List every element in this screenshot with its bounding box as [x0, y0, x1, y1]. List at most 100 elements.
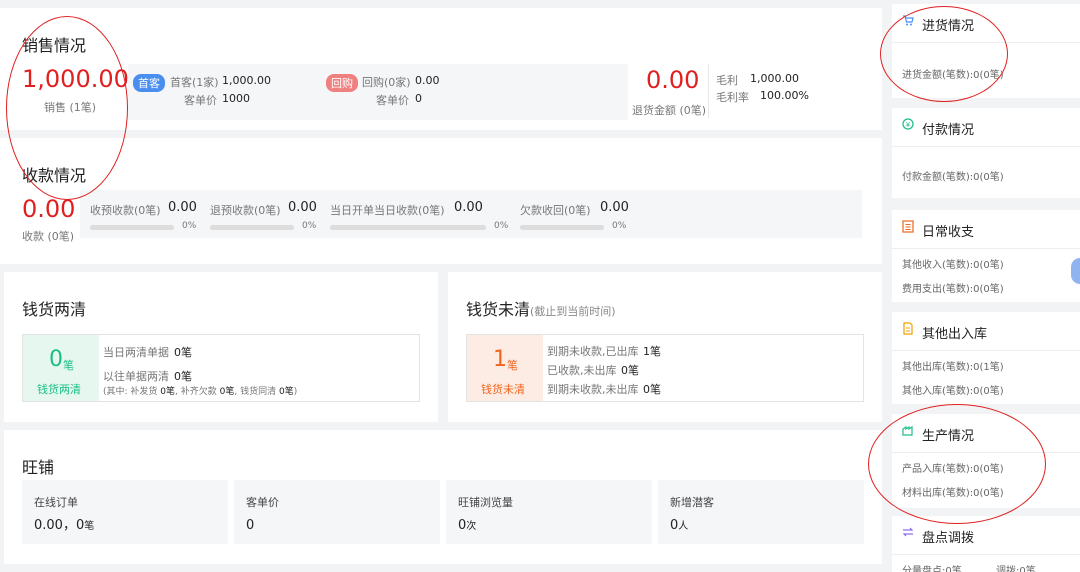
- sales-amount[interactable]: 1,000.00: [22, 65, 129, 93]
- clear-note-text: , 补齐欠款: [175, 387, 217, 397]
- repeat-customer-price-label: 客单价: [376, 94, 409, 107]
- money-icon: ¥: [902, 118, 914, 131]
- purchase-divider: [892, 42, 1080, 43]
- production-row: 材料出库(笔数):0(0笔): [902, 488, 1004, 499]
- inventory-title: 盘点调拨: [922, 531, 975, 546]
- collection-item-pct: 0%: [182, 221, 197, 231]
- collection-card: 收款情况 0.00 收款 (0笔) 收预收款(0笔) 0.00 0% 退预收款(…: [0, 138, 882, 264]
- shop-stat-value: 0次: [458, 514, 476, 533]
- shop-stat-label: 在线订单: [34, 496, 78, 509]
- gross-margin-value: 100.00%: [760, 89, 809, 102]
- payment-title: 付款情况: [922, 123, 975, 138]
- unclear-count-block[interactable]: 1 笔 钱货未清: [467, 335, 543, 401]
- other-stock-row: 其他入库(笔数):0(0笔): [902, 386, 1004, 397]
- shop-stat-value: 0人: [670, 514, 688, 533]
- clear-note-value: 0笔: [219, 387, 235, 397]
- scroll-handle[interactable]: [1071, 258, 1080, 284]
- return-divider: [708, 64, 709, 118]
- return-amount[interactable]: 0.00: [646, 66, 699, 94]
- unclear-line1-value[interactable]: 1笔: [643, 343, 661, 359]
- first-customer-tag: 首客: [133, 74, 165, 92]
- unclear-title: 钱货未清: [466, 300, 531, 319]
- daily-card[interactable]: 日常收支 其他收入(笔数):0(0笔) 费用支出(笔数):0(0笔): [892, 210, 1080, 302]
- collection-breakdown-panel: 收预收款(0笔) 0.00 0% 退预收款(0笔) 0.00 0% 当日开单当日…: [80, 190, 862, 238]
- collection-item-pct: 0%: [302, 221, 317, 231]
- other-stock-card[interactable]: 其他出入库 其他出库(笔数):0(1笔) 其他入库(笔数):0(0笔): [892, 312, 1080, 404]
- collection-item[interactable]: 欠款收回(0笔) 0.00 0%: [520, 190, 632, 238]
- clear-note-value: 0笔: [160, 387, 176, 397]
- collection-item[interactable]: 退预收款(0笔) 0.00 0%: [210, 190, 322, 238]
- document-icon: [902, 322, 914, 335]
- shop-stat-value: 0: [246, 514, 254, 533]
- clear-detail-box: 0 笔 钱货两清 当日两清单据 0笔 以往单据两清 0笔 (其中: 补发货 0笔…: [22, 334, 420, 402]
- gross-profit-label: 毛利: [716, 74, 738, 87]
- shop-title: 旺铺: [22, 458, 55, 477]
- clear-line2-value[interactable]: 0笔: [174, 368, 192, 384]
- payment-divider: [892, 146, 1080, 147]
- ledger-icon: [902, 220, 914, 233]
- sales-title: 销售情况: [22, 36, 87, 55]
- repeat-customer-value: 0.00: [415, 74, 440, 87]
- repeat-customer-tag: 回购: [326, 74, 358, 92]
- shop-stat-unit: 次: [466, 521, 477, 532]
- unclear-line2-label: 已收款,未出库: [547, 364, 617, 377]
- purchase-title: 进货情况: [922, 19, 975, 34]
- clear-note-suffix: ): [293, 387, 298, 397]
- shop-stat-unit: 笔: [84, 521, 95, 532]
- purchase-card[interactable]: 进货情况 进货金额(笔数):0(0笔): [892, 4, 1080, 98]
- collection-item-label: 当日开单当日收款(0笔): [330, 204, 445, 217]
- shop-stat-card[interactable]: 新增潜客 0人: [658, 480, 864, 544]
- collection-count: 收款 (0笔): [22, 230, 75, 243]
- unclear-line2-value[interactable]: 0笔: [621, 362, 639, 378]
- clear-line1-value[interactable]: 0笔: [174, 344, 192, 360]
- collection-item[interactable]: 收预收款(0笔) 0.00 0%: [90, 190, 202, 238]
- collection-item-progress: [210, 225, 294, 230]
- collection-item-value: 0.00: [288, 200, 317, 215]
- daily-row: 费用支出(笔数):0(0笔): [902, 284, 1004, 295]
- shop-stat-label: 新增潜客: [670, 496, 714, 509]
- shop-stat-value: 0.00，0笔: [34, 514, 94, 533]
- clear-line1-label: 当日两清单据: [103, 346, 169, 359]
- collection-item-label: 收预收款(0笔): [90, 204, 161, 217]
- payment-row: 付款金额(笔数):0(0笔): [902, 172, 1004, 183]
- shop-stat-label: 客单价: [246, 496, 279, 509]
- collection-item-value: 0.00: [600, 200, 629, 215]
- first-customer-price-value: 1000: [222, 92, 250, 105]
- first-customer-value: 1,000.00: [222, 74, 271, 87]
- shop-stat-number: 0: [246, 518, 255, 533]
- collection-title: 收款情况: [22, 166, 87, 185]
- production-card[interactable]: 生产情况 产品入库(笔数):0(0笔) 材料出库(笔数):0(0笔): [892, 414, 1080, 508]
- unclear-count-label: 钱货未清: [481, 383, 525, 396]
- daily-row: 其他收入(笔数):0(0笔): [902, 260, 1004, 271]
- shop-stat-card[interactable]: 旺铺浏览量 0次: [446, 480, 652, 544]
- collection-item[interactable]: 当日开单当日收款(0笔) 0.00 0%: [330, 190, 510, 238]
- unclear-line3-value[interactable]: 0笔: [643, 381, 661, 397]
- clear-line2-label: 以往单据两清: [103, 370, 169, 383]
- production-title: 生产情况: [922, 429, 975, 444]
- daily-title: 日常收支: [922, 225, 975, 240]
- clear-card: 钱货两清 0 笔 钱货两清 当日两清单据 0笔 以往单据两清 0笔 (其中: 补…: [4, 272, 438, 422]
- collection-amount[interactable]: 0.00: [22, 195, 75, 223]
- unclear-detail-box: 1 笔 钱货未清 到期未收款,已出库 1笔 已收款,未出库 0笔 到期未收款,未…: [466, 334, 864, 402]
- purchase-row: 进货金额(笔数):0(0笔): [902, 70, 1004, 81]
- repeat-customer-label: 回购(0家): [362, 76, 411, 89]
- unclear-line3-label: 到期未收款,未出库: [547, 383, 639, 396]
- inventory-card[interactable]: 盘点调拨 分量盘点:0笔 调拨:0笔: [892, 516, 1080, 572]
- return-label: 退货金额 (0笔): [632, 104, 707, 117]
- shop-stat-card[interactable]: 在线订单 0.00，0笔: [22, 480, 228, 544]
- unclear-line1-label: 到期未收款,已出库: [547, 345, 639, 358]
- collection-item-pct: 0%: [612, 221, 627, 231]
- shop-stat-card[interactable]: 客单价 0: [234, 480, 440, 544]
- svg-text:¥: ¥: [906, 121, 911, 129]
- sales-breakdown-panel: 首客 首客(1家) 1,000.00 客单价 1000 回购 回购(0家) 0.…: [128, 64, 628, 120]
- payment-card[interactable]: ¥ 付款情况 付款金额(笔数):0(0笔): [892, 108, 1080, 198]
- clear-count-block[interactable]: 0 笔 钱货两清: [23, 335, 99, 401]
- collection-item-progress: [90, 225, 174, 230]
- sales-count: 销售 (1笔): [44, 101, 97, 114]
- unclear-title-row: 钱货未清(截止到当前时间): [466, 296, 616, 320]
- first-customer-price-label: 客单价: [184, 94, 217, 107]
- clear-note-value: 0笔: [278, 387, 294, 397]
- gross-profit-value: 1,000.00: [750, 72, 799, 85]
- collection-item-label: 退预收款(0笔): [210, 204, 281, 217]
- repeat-customer-price-value: 0: [415, 92, 422, 105]
